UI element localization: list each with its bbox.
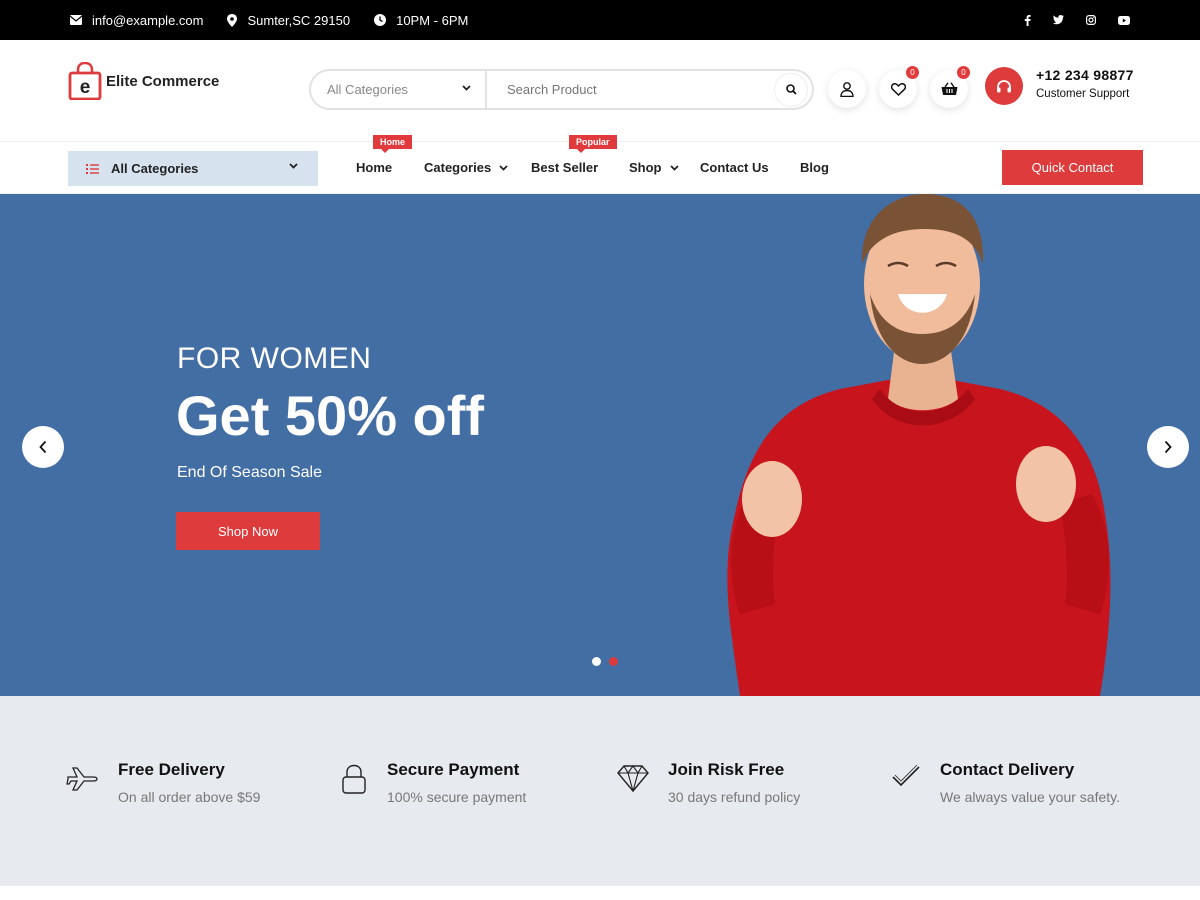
feature-title: Join Risk Free [668,760,785,779]
logo-letter: e [80,77,91,98]
nav-shop-label: Shop [629,160,662,175]
nav-best-seller[interactable]: Popular Best Seller [531,135,617,175]
plane-icon [66,767,98,791]
search-input[interactable] [487,71,774,108]
hero-subtitle: FOR WOMEN [177,342,372,375]
list-icon [86,163,99,174]
search-category-value: All Categories [327,82,408,97]
topbar-location-text: Sumter,SC 29150 [247,12,351,28]
checkmark-icon [892,764,920,787]
nav-categories[interactable]: Categories [424,160,508,175]
feature-secure-payment: Secure Payment 100% secure payment [341,760,526,805]
search-bar: All Categories [309,69,814,110]
facebook-icon[interactable] [1024,14,1031,26]
feature-free-delivery: Free Delivery On all order above $59 [66,760,260,805]
chevron-right-icon [1164,440,1172,454]
nav-contact-us[interactable]: Contact Us [700,160,769,175]
feature-desc: We always value your safety. [940,789,1121,805]
twitter-icon[interactable] [1053,15,1064,25]
cart-count-badge: 0 [957,66,970,79]
slider-dots [592,657,618,666]
account-button[interactable] [828,70,866,108]
chevron-down-icon [462,85,471,91]
support-phone[interactable]: +12 234 98877 [1036,67,1134,83]
chevron-left-icon [39,440,47,454]
envelope-icon [70,15,82,25]
shop-now-button[interactable]: Shop Now [176,512,320,550]
nav-home-tag: Home [373,135,413,153]
instagram-icon[interactable] [1086,15,1096,25]
slider-dot-1[interactable] [592,657,601,666]
site-header: e Elite Commerce All Categories 0 0 +12 … [0,40,1200,141]
feature-contact-delivery: Contact Delivery We always value your sa… [891,760,1120,805]
brand-name: Elite Commerce [106,72,220,90]
feature-title: Secure Payment [387,760,520,779]
nav-home-label: Home [356,160,393,175]
diamond-icon [617,765,649,792]
wishlist-button[interactable]: 0 [879,66,919,108]
quick-contact-button[interactable]: Quick Contact [1002,150,1143,185]
slider-dot-2[interactable] [609,657,618,666]
features-strip: Free Delivery On all order above $59 Sec… [0,696,1200,886]
feature-desc: On all order above $59 [118,789,261,805]
chevron-down-icon [669,165,679,171]
map-pin-icon [227,13,238,27]
topbar-email-text: info@example.com [92,12,204,28]
feature-title: Contact Delivery [940,760,1075,779]
feature-join-risk-free: Join Risk Free 30 days refund policy [617,760,800,805]
site-logo[interactable]: e Elite Commerce [68,62,219,100]
heart-icon [890,82,906,96]
hero-slider: FOR WOMEN Get 50% off End Of Season Sale… [0,194,1200,696]
nav-shop[interactable]: Shop [629,160,679,175]
nav-blog-label: Blog [800,160,829,175]
chevron-down-icon [499,165,508,171]
hero-model-image [727,194,1111,696]
main-navbar: All Categories Home Home Categories Popu… [0,135,1200,194]
basket-icon [941,82,957,95]
wishlist-count-badge: 0 [906,66,919,79]
topbar-hours-text: 10PM - 6PM [396,12,469,28]
hero-description: End Of Season Sale [177,464,322,481]
clock-icon [374,14,387,26]
nav-contact-us-label: Contact Us [700,160,769,175]
youtube-icon[interactable] [1118,15,1130,25]
chevron-down-icon [289,163,298,169]
nav-home[interactable]: Home Home [356,135,413,175]
top-bar: info@example.com Sumter,SC 29150 10PM - … [0,0,1200,40]
user-icon [840,81,854,97]
slider-next-button[interactable] [1147,426,1189,468]
topbar-location: Sumter,SC 29150 [227,13,350,28]
feature-title: Free Delivery [118,760,225,779]
cart-button[interactable]: 0 [930,66,970,108]
support-label: Customer Support [1036,88,1130,100]
lock-icon [342,764,366,794]
search-icon [785,84,797,95]
headphones-icon [997,80,1011,93]
topbar-hours: 10PM - 6PM [374,13,468,28]
nav-best-seller-tag: Popular [569,135,617,153]
hero-title: Get 50% off [176,384,485,447]
topbar-email[interactable]: info@example.com [70,13,203,28]
nav-categories-label: Categories [424,160,492,175]
feature-desc: 100% secure payment [387,789,527,805]
social-links [1024,0,1130,40]
support-headphones-button[interactable] [985,67,1023,105]
search-button[interactable] [774,72,808,107]
nav-blog[interactable]: Blog [800,160,829,175]
search-category-select[interactable]: All Categories [311,71,487,108]
feature-desc: 30 days refund policy [668,789,801,805]
all-categories-dropdown[interactable]: All Categories [68,151,318,186]
shopping-bag-logo-icon: e [68,62,102,100]
nav-best-seller-label: Best Seller [531,160,599,175]
slider-prev-button[interactable] [22,426,64,468]
all-categories-label: All Categories [111,161,199,176]
